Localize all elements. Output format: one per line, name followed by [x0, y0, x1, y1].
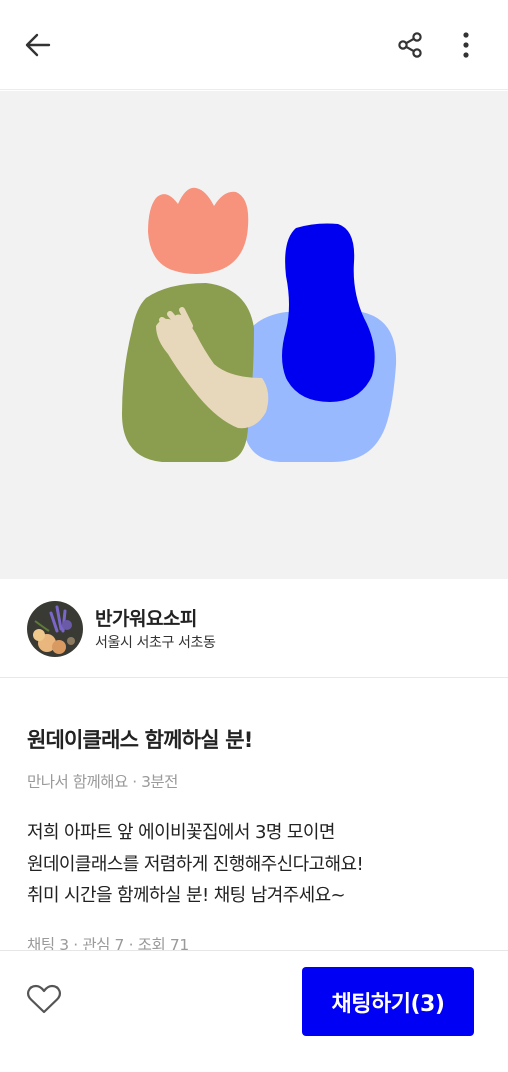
- author-nickname: 반가워요소피: [95, 608, 197, 630]
- stats-separator: ·: [73, 936, 78, 950]
- like-button[interactable]: [24, 981, 64, 1017]
- post-body-line: 취미 시간을 함께하실 분! 채팅 남겨주세요~: [27, 885, 346, 906]
- author-profile[interactable]: 반가워요소피 서울시 서초구 서초동: [0, 579, 508, 678]
- post-category[interactable]: 만나서 함께해요: [27, 773, 128, 791]
- chat-count: 채팅 3: [27, 936, 69, 950]
- more-vertical-icon: [463, 32, 469, 58]
- post-body: 저희 아파트 앞 에이비꽃집에서 3명 모이면 원데이클래스를 저렴하게 진행해…: [27, 817, 487, 912]
- arrow-left-icon: [25, 33, 51, 57]
- post-image: [0, 91, 508, 579]
- post-stats: 채팅 3 · 관심 7 · 조회 71: [27, 933, 189, 950]
- chat-button[interactable]: 채팅하기(3): [302, 967, 474, 1036]
- share-icon: [398, 32, 422, 58]
- view-count: 조회 71: [137, 936, 189, 950]
- meta-separator: ·: [132, 773, 137, 791]
- back-button[interactable]: [18, 25, 58, 65]
- more-options-button[interactable]: [446, 25, 486, 65]
- author-location: 서울시 서초구 서초동: [95, 635, 216, 651]
- stats-separator: ·: [128, 936, 134, 950]
- app-bar: [0, 0, 508, 90]
- two-people-hugging-illustration: [122, 187, 397, 462]
- post-body-line: 저희 아파트 앞 에이비꽃집에서 3명 모이면: [27, 822, 335, 843]
- share-button[interactable]: [390, 25, 430, 65]
- flower-avatar: [27, 601, 83, 657]
- author-avatar[interactable]: [27, 601, 83, 657]
- heart-outline-icon: [26, 984, 62, 1014]
- interest-count: 관심 7: [82, 936, 125, 950]
- post-title: 원데이클래스 함께하실 분!: [27, 728, 253, 752]
- bottom-action-bar: 채팅하기(3): [0, 950, 508, 1072]
- post-time: 3분전: [141, 773, 178, 791]
- post-meta: 만나서 함께해요 · 3분전: [27, 770, 178, 792]
- post-body-line: 원데이클래스를 저렴하게 진행해주신다고해요!: [27, 853, 364, 875]
